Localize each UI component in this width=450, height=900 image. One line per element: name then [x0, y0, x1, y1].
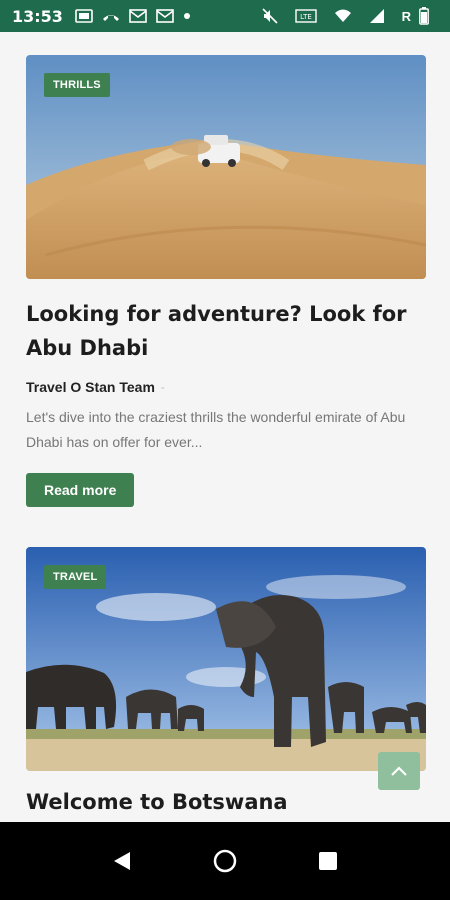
mail-icon — [129, 6, 147, 26]
carrier-letter: R — [401, 8, 411, 24]
article-meta: Travel O Stan Team - — [26, 379, 426, 395]
read-more-button[interactable]: Read more — [26, 473, 135, 507]
svg-text:LTE: LTE — [300, 13, 312, 21]
home-button[interactable] — [205, 841, 245, 881]
category-badge[interactable]: TRAVEL — [44, 565, 107, 589]
article-image-desert[interactable]: THRILLS — [26, 55, 426, 279]
battery-icon — [419, 6, 429, 26]
article-card[interactable]: TRAVEL Welcome to Botswana — [26, 547, 426, 819]
status-bar: 13:53 LTE R — [0, 0, 450, 32]
missed-call-icon — [102, 6, 120, 26]
signal-icon — [369, 6, 385, 26]
home-icon — [213, 849, 237, 873]
recents-icon — [319, 852, 338, 870]
recents-button[interactable] — [308, 841, 348, 881]
gallery-icon — [75, 6, 93, 26]
lte-icon: LTE — [294, 6, 317, 26]
mail-icon — [156, 6, 174, 26]
article-title[interactable]: Welcome to Botswana — [26, 785, 426, 819]
system-nav-bar — [0, 822, 450, 900]
status-time: 13:53 — [12, 6, 63, 26]
article-feed[interactable]: THRILLS Looking for adventure? Look for … — [0, 32, 450, 822]
back-icon — [113, 852, 130, 870]
meta-separator: - — [160, 380, 165, 394]
dot-icon — [183, 6, 191, 26]
author-name[interactable]: Travel O Stan Team — [26, 379, 155, 395]
wifi-icon — [334, 6, 352, 26]
article-card[interactable]: THRILLS Looking for adventure? Look for … — [26, 55, 426, 507]
mute-icon — [262, 6, 278, 26]
category-badge[interactable]: THRILLS — [44, 73, 110, 97]
article-image-elephants[interactable]: TRAVEL — [26, 547, 426, 771]
scroll-to-top-button[interactable] — [378, 752, 420, 790]
back-button[interactable] — [102, 841, 142, 881]
article-title[interactable]: Looking for adventure? Look for Abu Dhab… — [26, 297, 426, 365]
article-excerpt: Let's dive into the craziest thrills the… — [26, 409, 406, 450]
chevron-up-icon — [391, 766, 407, 776]
